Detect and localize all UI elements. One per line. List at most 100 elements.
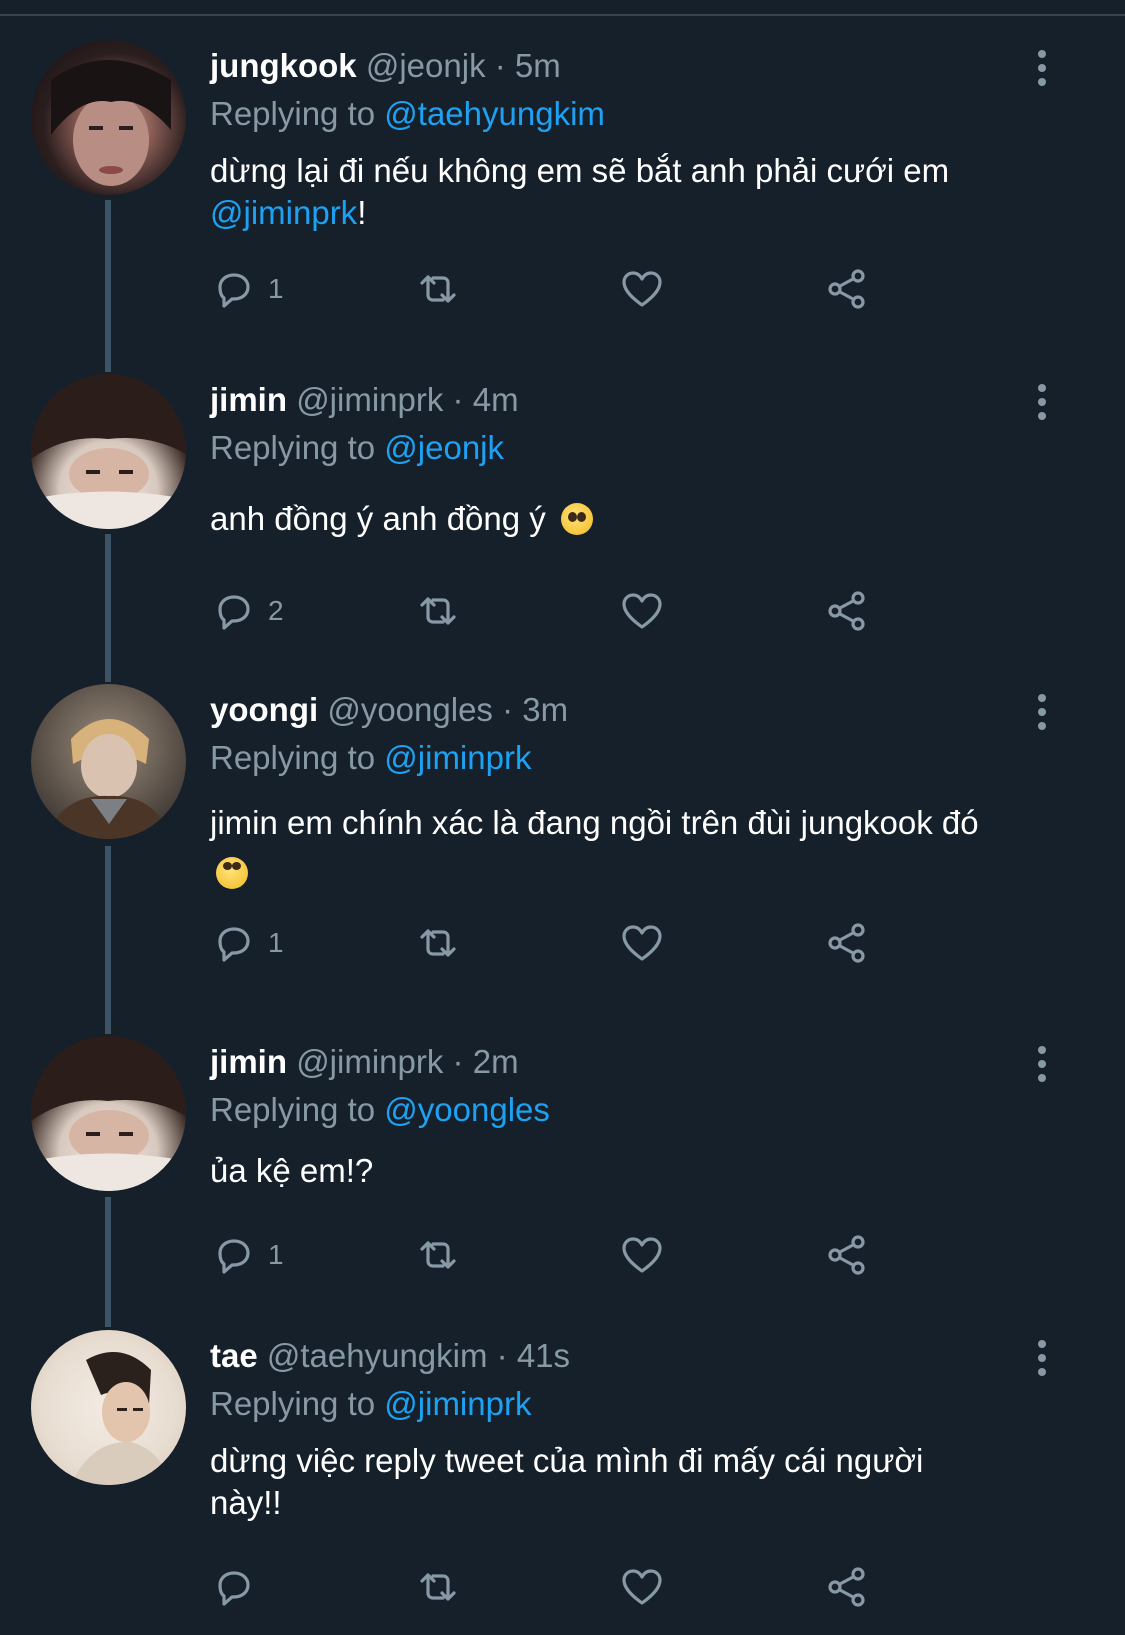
replying-to-mention[interactable]: @jeonjk xyxy=(384,429,504,466)
reply-button[interactable]: 2 xyxy=(210,586,284,636)
user-handle[interactable]: @jiminprk xyxy=(296,1043,443,1080)
avatar[interactable] xyxy=(31,1330,186,1485)
user-handle[interactable]: @jiminprk xyxy=(296,381,443,418)
more-options-icon[interactable] xyxy=(1032,384,1052,424)
display-name[interactable]: jimin xyxy=(210,1043,287,1080)
like-button[interactable] xyxy=(618,264,666,314)
replying-to-line: Replying to @jiminprk xyxy=(210,738,531,778)
like-button[interactable] xyxy=(618,1230,666,1280)
share-button[interactable] xyxy=(824,1562,872,1612)
avatar-photo xyxy=(71,1352,171,1485)
reply-button[interactable] xyxy=(210,1562,268,1612)
replying-label: Replying to xyxy=(210,1091,376,1128)
more-options-icon[interactable] xyxy=(1032,1340,1052,1380)
tweet-text-part: ! xyxy=(357,194,367,231)
share-icon xyxy=(828,591,865,631)
thread-line xyxy=(105,200,111,372)
replying-label: Replying to xyxy=(210,739,376,776)
replying-to-mention[interactable]: @jiminprk xyxy=(384,1385,531,1422)
avatar-photo xyxy=(31,1036,186,1191)
like-button[interactable] xyxy=(618,918,666,968)
separator: · xyxy=(452,1043,464,1080)
tweet-text-part: jimin em chính xác là đang ngồi trên đùi… xyxy=(210,804,979,841)
replying-label: Replying to xyxy=(210,1385,376,1422)
reply-button[interactable]: 1 xyxy=(210,918,284,968)
display-name[interactable]: jungkook xyxy=(210,47,357,84)
reply-count: 2 xyxy=(268,595,284,626)
tweet-text-part: anh đồng ý anh đồng ý xyxy=(210,500,546,537)
separator: · xyxy=(496,1337,508,1374)
separator: · xyxy=(502,691,514,728)
tweet-actions: 2 xyxy=(210,586,930,636)
timestamp[interactable]: 4m xyxy=(473,381,519,418)
timestamp[interactable]: 2m xyxy=(473,1043,519,1080)
retweet-icon xyxy=(420,1573,456,1601)
like-icon xyxy=(622,271,662,307)
reply-icon xyxy=(218,1239,250,1274)
tweet-text-part: dừng việc reply tweet của mình đi mấy cá… xyxy=(210,1442,924,1521)
reply-count: 1 xyxy=(268,927,284,958)
avatar[interactable] xyxy=(31,374,186,529)
reply-icon xyxy=(218,1571,250,1606)
tweet-actions: 1 xyxy=(210,264,930,314)
display-name[interactable]: yoongi xyxy=(210,691,318,728)
tweet-text: anh đồng ý anh đồng ý xyxy=(210,498,1040,540)
user-handle[interactable]: @yoongles xyxy=(327,691,493,728)
like-icon xyxy=(622,593,662,629)
more-options-icon[interactable] xyxy=(1032,1046,1052,1086)
timestamp[interactable]: 5m xyxy=(515,47,561,84)
retweet-button[interactable] xyxy=(414,586,462,636)
avatar[interactable] xyxy=(31,40,186,195)
reply-button[interactable]: 1 xyxy=(210,1230,284,1280)
like-button[interactable] xyxy=(618,586,666,636)
display-name[interactable]: jimin xyxy=(210,381,287,418)
replying-to-mention[interactable]: @jiminprk xyxy=(384,739,531,776)
retweet-button[interactable] xyxy=(414,918,462,968)
replying-to-mention[interactable]: @taehyungkim xyxy=(384,95,605,132)
user-handle[interactable]: @jeonjk xyxy=(366,47,486,84)
retweet-icon xyxy=(420,275,456,303)
replying-to-line: Replying to @yoongles xyxy=(210,1090,550,1130)
more-options-icon[interactable] xyxy=(1032,50,1052,90)
thread-line xyxy=(105,846,111,1034)
tweet-text: dừng việc reply tweet của mình đi mấy cá… xyxy=(210,1440,1000,1524)
pleading-face-emoji xyxy=(560,503,593,535)
separator: · xyxy=(494,47,506,84)
reply-button[interactable]: 1 xyxy=(210,264,284,314)
timestamp[interactable]: 3m xyxy=(522,691,568,728)
share-icon xyxy=(828,923,865,963)
user-handle[interactable]: @taehyungkim xyxy=(267,1337,488,1374)
share-button[interactable] xyxy=(824,586,872,636)
share-button[interactable] xyxy=(824,1230,872,1280)
eye-roll-emoji xyxy=(216,857,248,889)
tweet-header: jimin @jiminprk · 2m xyxy=(210,1042,519,1082)
replying-to-line: Replying to @taehyungkim xyxy=(210,94,605,134)
reply-count: 1 xyxy=(268,273,284,304)
replying-to-mention[interactable]: @yoongles xyxy=(384,1091,550,1128)
avatar[interactable] xyxy=(31,684,186,839)
share-icon xyxy=(828,269,865,309)
share-button[interactable] xyxy=(824,264,872,314)
avatar[interactable] xyxy=(31,1036,186,1191)
reply-icon xyxy=(218,927,250,962)
retweet-button[interactable] xyxy=(414,264,462,314)
timestamp[interactable]: 41s xyxy=(517,1337,570,1374)
top-divider xyxy=(0,0,1125,16)
tweet-text-part: ủa kệ em!? xyxy=(210,1152,374,1189)
more-options-icon[interactable] xyxy=(1032,694,1052,734)
like-icon xyxy=(622,1569,662,1605)
retweet-button[interactable] xyxy=(414,1230,462,1280)
separator: · xyxy=(452,381,464,418)
thread-line xyxy=(105,534,111,682)
like-button[interactable] xyxy=(618,1562,666,1612)
tweet-header: yoongi @yoongles · 3m xyxy=(210,690,568,730)
share-button[interactable] xyxy=(824,918,872,968)
retweet-button[interactable] xyxy=(414,1562,462,1612)
avatar-photo xyxy=(46,719,171,839)
display-name[interactable]: tae xyxy=(210,1337,258,1374)
reply-icon xyxy=(218,273,250,308)
retweet-icon xyxy=(420,1241,456,1269)
mention-link[interactable]: @jiminprk xyxy=(210,194,357,231)
share-icon xyxy=(828,1235,865,1275)
thread-line xyxy=(105,1197,111,1327)
